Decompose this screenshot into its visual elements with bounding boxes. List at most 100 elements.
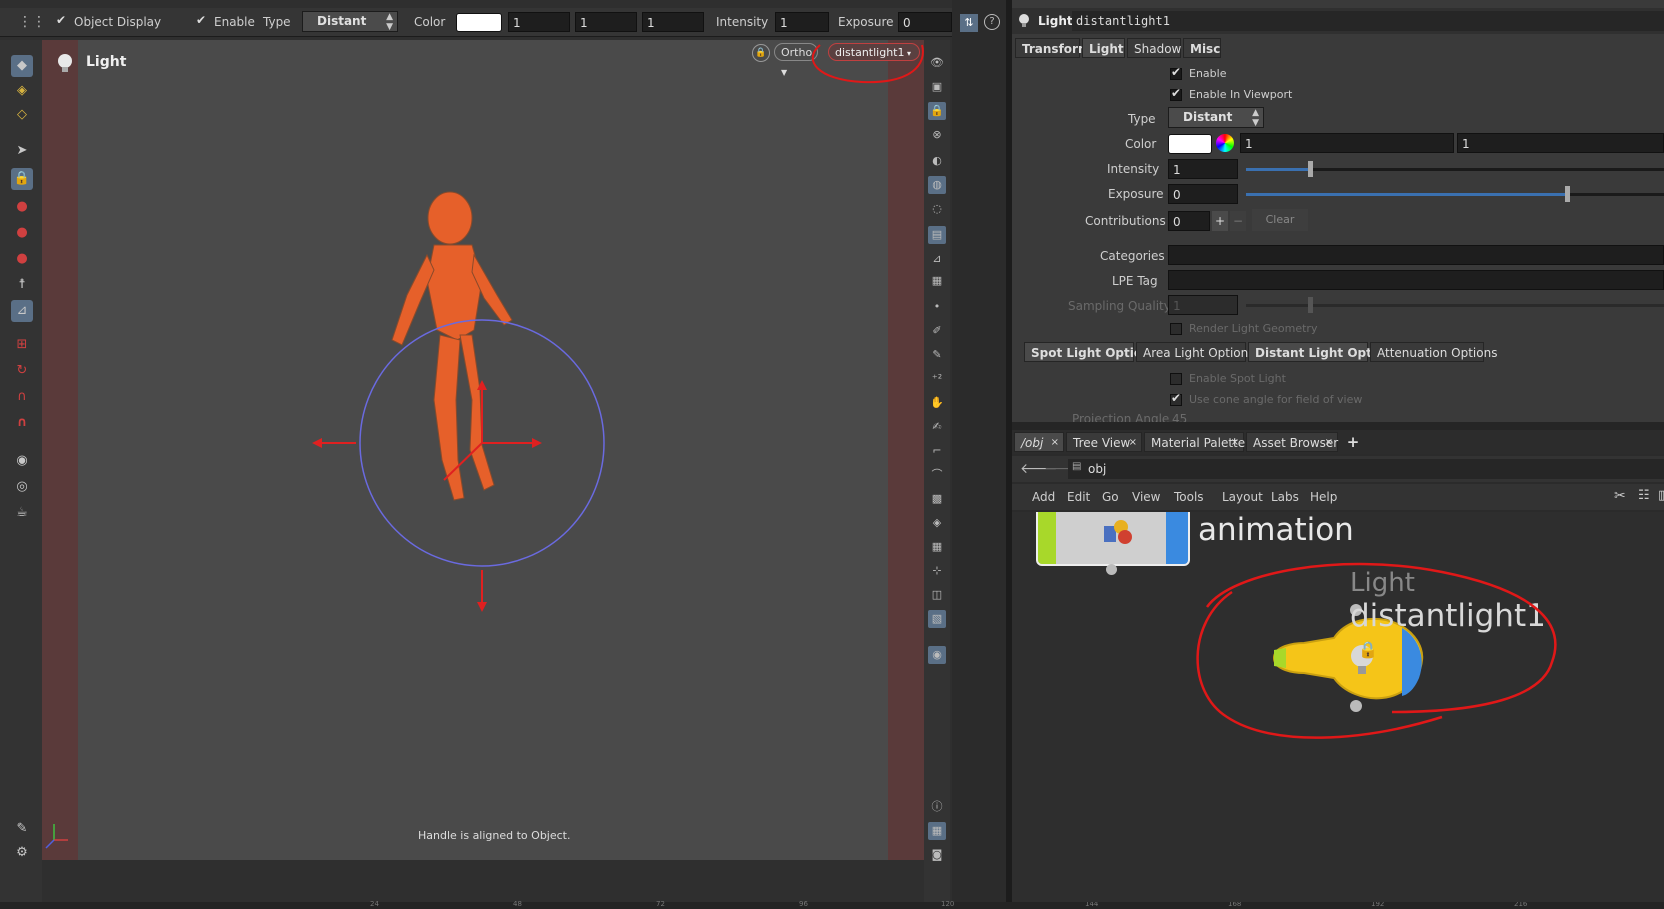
info-icon[interactable]: ⓘ (928, 798, 946, 816)
background-image-icon[interactable]: ▧ (928, 610, 946, 628)
viewport-3d[interactable]: Light 🔒 Ortho ▼ distantlight1 ▾ Handle i… (42, 40, 924, 860)
link-icon[interactable]: ⊗ (928, 126, 946, 144)
tab-material-palette[interactable]: Material Palette × (1144, 432, 1245, 453)
snapshot-icon[interactable]: ▦ (928, 272, 946, 290)
arrow-tool-icon[interactable]: ➤ (11, 140, 33, 162)
counter-icon[interactable]: ⁺² (928, 370, 946, 388)
sampling-quality-field[interactable]: 1 (1168, 295, 1238, 315)
color-swatch[interactable] (456, 13, 502, 32)
remove-contribution-button[interactable]: − (1230, 211, 1246, 231)
list-icon[interactable]: ▥ (1658, 488, 1664, 503)
path-field[interactable]: ▤ obj (1068, 459, 1664, 479)
tab-spot-light-options[interactable]: Spot Light Options (1024, 342, 1158, 362)
view-eye-icon[interactable]: ◙ (928, 846, 946, 864)
exposure-field[interactable]: 0 (898, 12, 952, 32)
component-tool-icon[interactable]: ◇ (11, 104, 33, 126)
paint-tool-icon[interactable]: ● (11, 196, 33, 218)
menu-tools[interactable]: Tools (1174, 490, 1204, 504)
dot-icon[interactable]: • (928, 298, 946, 316)
brush-tool-icon[interactable]: ● (11, 222, 33, 244)
layers-icon[interactable]: ▣ (928, 78, 946, 96)
settings-wheel-icon[interactable]: ⚙ (11, 842, 33, 864)
lpe-tag-field[interactable] (1168, 270, 1664, 290)
color-g-field[interactable]: 1 (575, 12, 637, 32)
use-cone-angle-checkbox[interactable] (1170, 391, 1182, 406)
brush-twelve-icon[interactable]: ✍ (928, 418, 946, 436)
enable-check-icon[interactable]: ✔ (196, 13, 206, 27)
intensity-field[interactable]: 1 (1168, 159, 1238, 179)
cube-icon[interactable]: ◈ (928, 514, 946, 532)
enable-spot-light-checkbox[interactable] (1170, 373, 1182, 385)
view-tool-icon[interactable]: ◉ (11, 450, 33, 472)
close-icon[interactable]: × (1231, 433, 1239, 453)
color-r-field[interactable]: 1 (508, 12, 570, 32)
shading-icon[interactable]: ◐ (928, 152, 946, 170)
bird-icon[interactable]: ⌒ (928, 466, 946, 484)
figure-tool-icon[interactable]: ☨ (11, 274, 33, 296)
wire-icon[interactable]: ⊿ (928, 250, 946, 268)
tab-light[interactable]: Light (1082, 38, 1125, 58)
intensity-field[interactable]: 1 (775, 12, 829, 32)
magnet-small-icon[interactable]: ∩ (11, 386, 33, 408)
camera-tool-icon[interactable]: ◎ (11, 476, 33, 498)
clear-button[interactable]: Clear (1252, 209, 1308, 231)
grid-icon[interactable]: ▦ (928, 538, 946, 556)
menu-view[interactable]: View (1132, 490, 1160, 504)
enable-checkbox[interactable] (1170, 65, 1182, 80)
render-light-geometry-checkbox[interactable] (1170, 323, 1182, 335)
checker-icon[interactable]: ▩ (928, 490, 946, 508)
exposure-slider-handle[interactable] (1565, 186, 1570, 202)
add-tab-button[interactable]: + (1344, 432, 1362, 452)
camera-view-icon[interactable]: ▤ (928, 226, 946, 244)
light-view-icon[interactable]: ◍ (928, 176, 946, 194)
menu-edit[interactable]: Edit (1067, 490, 1090, 504)
notes-icon[interactable]: ✎ (11, 818, 33, 840)
geometry-tool-icon[interactable]: ◈ (11, 80, 33, 102)
pin-icon[interactable]: ◉ (928, 646, 946, 664)
exposure-field[interactable]: 0 (1168, 184, 1238, 204)
tab-area-light-options[interactable]: Area Light Options (1136, 342, 1255, 362)
check-icon[interactable]: ✔ (56, 13, 66, 27)
grid-menu-icon[interactable]: ⋮⋮ (18, 12, 46, 32)
type-select[interactable]: Distant ▲ ▼ (302, 11, 398, 32)
scale-tool-icon[interactable]: ⊞ (11, 334, 33, 356)
layout-icon[interactable]: ▦ (928, 822, 946, 840)
menu-labs[interactable]: Labs (1271, 490, 1299, 504)
pane-splitter[interactable] (1012, 422, 1664, 430)
select-tool-icon[interactable]: ◆ (11, 55, 33, 77)
render-tool-icon[interactable]: ☕ (11, 502, 33, 524)
tab-misc[interactable]: Misc (1183, 38, 1221, 58)
eye-icon[interactable]: 👁 (928, 54, 946, 72)
sampling-slider-handle[interactable] (1308, 297, 1313, 313)
color-b-field[interactable]: 1 (642, 12, 704, 32)
lock-camera-icon[interactable]: 🔒 (928, 102, 946, 120)
magnet-icon[interactable]: ∩ (11, 412, 33, 434)
menu-help[interactable]: Help (1310, 490, 1337, 504)
tab-distant-light-options[interactable]: Distant Light Options (1248, 342, 1400, 362)
close-icon[interactable]: × (1325, 433, 1333, 453)
categories-field[interactable] (1168, 245, 1664, 265)
color-r-field[interactable]: 1 (1240, 133, 1454, 153)
close-icon[interactable]: × (1051, 433, 1059, 453)
lock-tool-icon[interactable]: 🔒 (11, 168, 33, 190)
menu-go[interactable]: Go (1102, 490, 1119, 504)
tab-tree-view[interactable]: Tree View × (1066, 432, 1142, 452)
intensity-slider[interactable] (1246, 161, 1664, 177)
add-contribution-button[interactable]: + (1212, 211, 1228, 231)
close-icon[interactable]: × (1129, 433, 1137, 453)
mask-tool-icon[interactable]: ● (11, 248, 33, 270)
tab-shadow[interactable]: Shadow (1127, 38, 1181, 58)
rotate-tool-icon[interactable]: ↻ (11, 360, 33, 382)
menu-layout[interactable]: Layout (1222, 490, 1263, 504)
enable-viewport-checkbox[interactable] (1170, 86, 1182, 101)
exposure-slider[interactable] (1246, 186, 1664, 202)
ghost-icon[interactable]: ◫ (928, 586, 946, 604)
tree-icon[interactable]: ☷ (1638, 488, 1650, 503)
contributions-field[interactable]: 0 (1168, 211, 1210, 231)
headlight-icon[interactable]: ◌ (928, 200, 946, 218)
menu-add[interactable]: Add (1032, 490, 1055, 504)
sampling-slider[interactable] (1246, 297, 1664, 313)
tab-transform[interactable]: Transform (1015, 38, 1090, 58)
network-canvas[interactable]: animation Light distantlight1 🔒 (1012, 512, 1664, 902)
intensity-slider-handle[interactable] (1308, 161, 1313, 177)
